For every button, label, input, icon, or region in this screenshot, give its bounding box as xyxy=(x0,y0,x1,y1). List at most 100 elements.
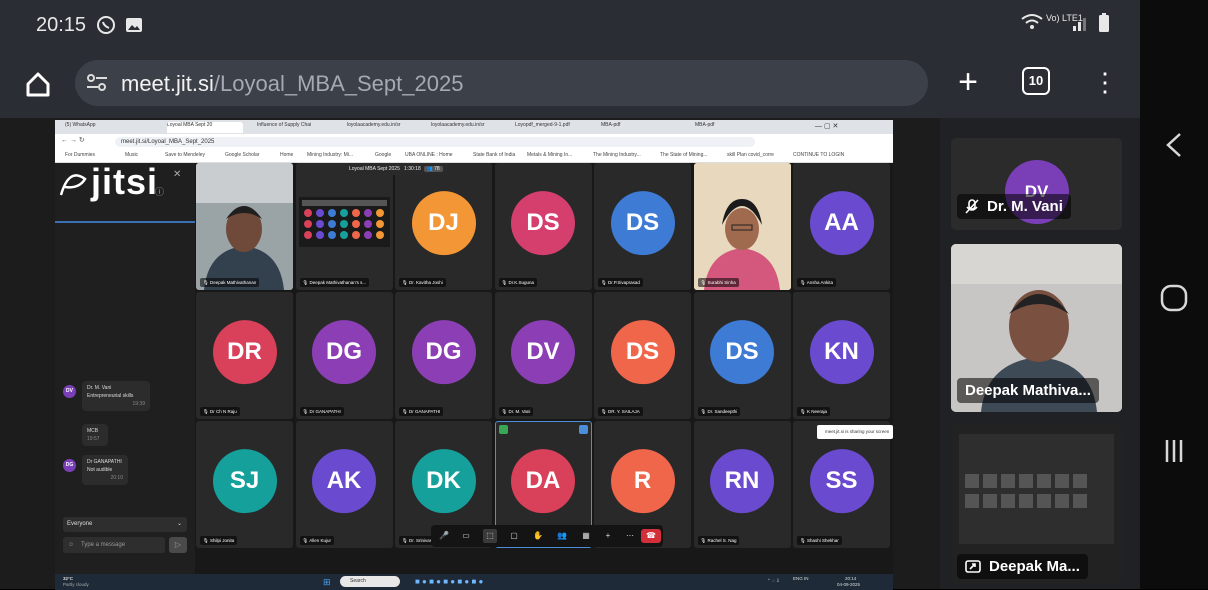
participant-tile[interactable]: DR 🎙 Dr Ch N Raju xyxy=(196,292,293,419)
laptop-tab-active[interactable]: Loyoal MBA Sept 20 xyxy=(167,122,243,133)
send-button[interactable]: ▷ xyxy=(169,537,187,553)
windows-taskbar: 32°C Partly cloudy ⊞ Search ■ ● ■ ● ■ ● … xyxy=(55,574,893,590)
participant-video xyxy=(196,163,293,290)
bookmark[interactable]: Mining Industry: Mi... xyxy=(307,152,353,158)
emoji-icon[interactable]: ☺ xyxy=(68,537,74,553)
screen-share-icon[interactable]: ⬚ xyxy=(483,529,497,543)
bookmark[interactable]: The Mining Industry... xyxy=(593,152,641,158)
chat-message: Dr. M. Vani Entrepreneurial skills 19:39 xyxy=(82,381,150,411)
tab-switcher-button[interactable]: 10 xyxy=(1022,67,1050,95)
participant-avatar: DA xyxy=(511,448,575,513)
camera-icon[interactable]: ▭ xyxy=(459,529,473,543)
participants-icon[interactable]: 👥 xyxy=(555,529,569,543)
more-actions-icon[interactable]: ⋯ xyxy=(623,529,637,543)
chat-text: MCB xyxy=(87,428,99,434)
bookmark[interactable]: Google xyxy=(375,152,391,158)
taskbar-clock[interactable]: 20:14 xyxy=(845,576,856,581)
participant-avatar: SJ xyxy=(212,448,277,513)
participant-tile[interactable]: SS 🎙 Shashi Shekhar xyxy=(793,421,890,548)
new-tab-button[interactable]: + xyxy=(950,62,986,102)
laptop-address-bar[interactable]: meet.jit.si/Loyoal_MBA_Sept_2025 xyxy=(115,137,755,147)
bookmark[interactable]: Music xyxy=(125,152,138,158)
address-bar[interactable]: meet.jit.si/Loyoal_MBA_Sept_2025 xyxy=(75,60,928,106)
participant-tile[interactable]: DS 🎙 Dr. Sandeepthi xyxy=(693,292,791,419)
laptop-window-controls[interactable]: — ▢ ✕ xyxy=(815,122,891,133)
recents-button[interactable] xyxy=(1140,436,1208,471)
laptop-tab[interactable]: MBA-pdf xyxy=(601,122,661,133)
invite-icon[interactable]: + xyxy=(601,529,615,543)
participant-tile[interactable]: AA 🎙 Ansha Ankita xyxy=(793,163,890,290)
participant-tile[interactable]: DG 🎙 Dr GANAPATHI xyxy=(395,292,492,419)
participant-tile[interactable]: DJ 🎙 Dr. Kavitha Joshi xyxy=(395,163,492,290)
bookmark[interactable]: skill Plan covid_corre xyxy=(727,152,774,158)
close-chat-icon[interactable]: ✕ xyxy=(173,169,181,180)
participant-count[interactable]: 👥 78 xyxy=(423,166,443,172)
bookmark[interactable]: UBA ONLINE : Home xyxy=(405,152,453,158)
participant-tile[interactable]: KN 🎙 K Neeraja xyxy=(793,292,890,419)
bookmark[interactable]: Google Scholar xyxy=(225,152,259,158)
bookmark[interactable]: CONTINUE TO LOGIN xyxy=(793,152,844,158)
back-button[interactable] xyxy=(1140,130,1208,165)
more-menu-button[interactable]: ⋮ xyxy=(1092,64,1118,100)
participant-tile[interactable]: DS 🎙 DR. Y. SAILAJA xyxy=(594,292,691,419)
laptop-tab[interactable]: loyolaacademy.edu.in/sr xyxy=(431,122,503,133)
filmstrip-tile-screen[interactable]: Deepak Ma... xyxy=(951,424,1122,584)
chat-text: Entrepreneurial skills xyxy=(87,393,134,399)
android-nav-bar xyxy=(1140,0,1208,589)
participant-tile[interactable]: DS 🎙 Dr.K.Suguna xyxy=(494,163,592,290)
chat-time: 19:39 xyxy=(132,401,145,407)
meeting-title: Loyoal MBA Sept 2025 xyxy=(349,166,400,172)
language-indicator[interactable]: ENG IN xyxy=(793,576,809,581)
taskbar-date[interactable]: 04-09-2025 xyxy=(837,582,860,587)
laptop-tab[interactable]: loyolaacademy.edu.in/sr xyxy=(347,122,419,133)
bookmark[interactable]: For Dummies xyxy=(65,152,95,158)
chevron-down-icon: ⌄ xyxy=(176,521,182,527)
microphone-icon[interactable]: 🎤 xyxy=(437,529,451,543)
speaker-stats-icon[interactable] xyxy=(498,425,508,434)
participant-name: 🎙 Deepak Mathivathanan's s... xyxy=(299,278,370,287)
filmstrip-tile[interactable]: DV Dr. M. Vani xyxy=(951,138,1122,230)
participant-tile[interactable]: SJ 🎙 Shilpi Jonita xyxy=(196,421,293,548)
laptop-tab[interactable]: Loyopdf_merged-9-1.pdf xyxy=(515,122,591,133)
bookmark[interactable]: Metals & Mining In... xyxy=(527,152,572,158)
participant-tile[interactable]: DV 🎙 Dr. M. Vani xyxy=(494,292,592,419)
participant-tile[interactable]: DS 🎙 Dr.P.Sivaprasad xyxy=(594,163,691,290)
participant-name-text: Dr. M. Vani xyxy=(987,198,1063,215)
chat-recipient-select[interactable]: Everyone ⌄ xyxy=(63,517,187,532)
laptop-nav-icons[interactable]: ← → ↻ xyxy=(61,136,85,144)
chat-message-input[interactable]: ☺ Type a message xyxy=(63,537,165,553)
filmstrip-tile-video[interactable]: Deepak Mathiva... xyxy=(951,244,1122,412)
taskbar-app-icons[interactable]: ■ ● ■ ● ■ ● ■ ● ■ ● xyxy=(415,577,483,586)
bookmark[interactable]: Home xyxy=(280,152,293,158)
participant-tile[interactable]: 🎙 Surabhi Sinha xyxy=(693,163,791,290)
info-icon[interactable]: ⓘ xyxy=(155,185,164,198)
site-settings-icon[interactable] xyxy=(85,70,109,99)
chat-icon[interactable]: ▢ xyxy=(507,529,521,543)
participant-tile[interactable]: 🎙 Deepak Mathivathanan's s... xyxy=(295,163,393,290)
url-text: meet.jit.si/Loyoal_MBA_Sept_2025 xyxy=(121,71,463,97)
hangup-button[interactable]: ☎ xyxy=(641,529,661,543)
participant-name: 🎙 Shashi Shekhar xyxy=(797,536,842,545)
laptop-tab[interactable]: Influence of Supply Chai xyxy=(257,122,335,133)
laptop-tab[interactable]: (5) WhatsApp xyxy=(65,122,145,133)
tile-view-icon[interactable]: ▦ xyxy=(579,529,593,543)
windows-start-icon[interactable]: ⊞ xyxy=(323,577,331,588)
tray-icons[interactable]: ⌃ ◌ ⇩ xyxy=(767,578,780,584)
bookmark[interactable]: State Bank of India xyxy=(473,152,515,158)
bookmark[interactable]: Save to Mendeley xyxy=(165,152,205,158)
status-time: 20:15 xyxy=(36,14,87,36)
tile-menu-icon[interactable] xyxy=(578,425,588,434)
home-button[interactable] xyxy=(18,64,58,104)
participant-tile[interactable]: AK 🎙 Allen Kujur xyxy=(295,421,393,548)
raise-hand-icon[interactable]: ✋ xyxy=(531,529,545,543)
participant-avatar: KN xyxy=(809,319,874,384)
participant-tile[interactable]: 🎙 Deepak Mathivathanan xyxy=(196,163,293,290)
laptop-bookmarks-bar: For Dummies Music Save to Mendeley Googl… xyxy=(55,149,893,163)
participant-name: 🎙 Deepak Mathivathanan xyxy=(200,278,260,287)
laptop-tab[interactable]: MBA-pdf xyxy=(695,122,755,133)
bookmark[interactable]: The State of Mining... xyxy=(660,152,708,158)
home-nav-button[interactable] xyxy=(1140,283,1208,318)
participant-tile[interactable]: DG 🎙 Dr GANAPATHI xyxy=(295,292,393,419)
participant-tile[interactable]: RN 🎙 Rachel S. Nag xyxy=(693,421,791,548)
taskbar-search[interactable]: Search xyxy=(340,576,400,587)
